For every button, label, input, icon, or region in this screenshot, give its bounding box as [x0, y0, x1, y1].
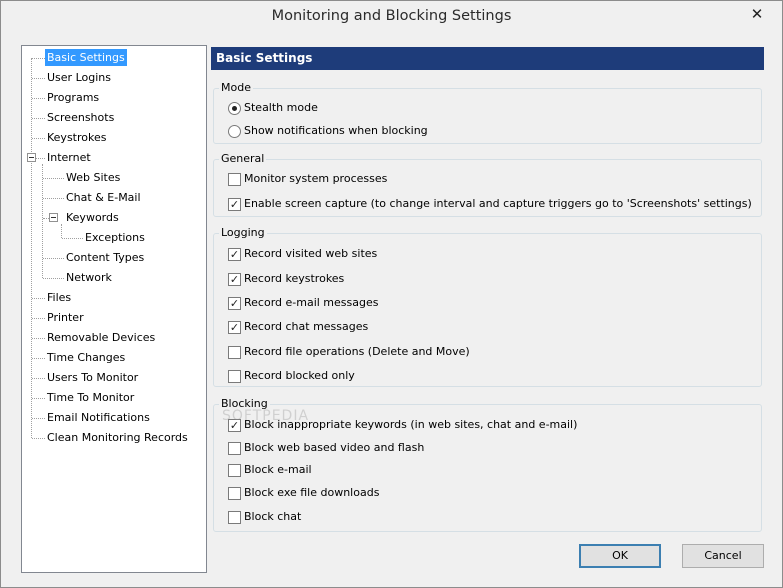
- option-label: Block web based video and flash: [244, 441, 425, 454]
- option-label: Block e-mail: [244, 463, 312, 476]
- collapse-internet-icon[interactable]: [27, 153, 36, 162]
- tree-connector: [32, 298, 45, 299]
- checkbox-checked-icon: ✓: [228, 198, 241, 211]
- settings-tree[interactable]: Basic Settings User Logins Programs Scre…: [21, 45, 207, 573]
- tree-connector: [32, 438, 45, 439]
- tree-connector: [32, 318, 45, 319]
- option-label: Enable screen capture (to change interva…: [244, 197, 752, 210]
- general-group-title: General: [219, 152, 267, 166]
- panel-header: Basic Settings: [211, 47, 764, 70]
- ok-button[interactable]: OK: [579, 544, 661, 568]
- tree-item-content-types[interactable]: Content Types: [64, 249, 146, 266]
- tree-connector: [43, 278, 64, 279]
- tree-item-email-notifications[interactable]: Email Notifications: [45, 409, 152, 426]
- tree-internet-line: [42, 164, 43, 278]
- checkbox-checked-icon: ✓: [228, 248, 241, 261]
- settings-window: Monitoring and Blocking Settings ✕ Basic…: [0, 0, 783, 588]
- checkbox-unchecked-icon: [228, 487, 241, 500]
- radio-unselected-icon: [228, 125, 241, 138]
- tree-item-keystrokes[interactable]: Keystrokes: [45, 129, 108, 146]
- tree-connector: [43, 198, 64, 199]
- option-label: Record keystrokes: [244, 272, 345, 285]
- tree-item-basic-settings[interactable]: Basic Settings: [45, 49, 127, 66]
- softpedia-watermark: SOFTPEDIA: [222, 408, 310, 424]
- radio-selected-icon: [228, 102, 241, 115]
- tree-connector: [43, 178, 64, 179]
- tree-item-internet[interactable]: Internet: [45, 149, 93, 166]
- tree-connector: [43, 258, 64, 259]
- checkbox-unchecked-icon: [228, 464, 241, 477]
- tree-connector: [32, 58, 45, 59]
- option-label: Show notifications when blocking: [244, 124, 428, 137]
- tree-connector: [32, 98, 45, 99]
- tree-connector: [32, 398, 45, 399]
- tree-item-time-to-monitor[interactable]: Time To Monitor: [45, 389, 136, 406]
- mode-group: Mode Stealth mode Show notifications whe…: [213, 81, 762, 144]
- tree-item-programs[interactable]: Programs: [45, 89, 101, 106]
- option-label: Record blocked only: [244, 369, 355, 382]
- tree-keywords-line: [61, 224, 62, 238]
- checkbox-unchecked-icon: [228, 346, 241, 359]
- option-label: Record chat messages: [244, 320, 369, 333]
- mode-group-title: Mode: [219, 81, 253, 95]
- tree-item-network[interactable]: Network: [64, 269, 114, 286]
- tree-item-users-to-monitor[interactable]: Users To Monitor: [45, 369, 140, 386]
- checkbox-checked-icon: ✓: [228, 321, 241, 334]
- close-icon[interactable]: ✕: [744, 4, 770, 24]
- checkbox-checked-icon: ✓: [228, 273, 241, 286]
- tree-connector: [36, 158, 45, 159]
- tree-item-web-sites[interactable]: Web Sites: [64, 169, 122, 186]
- dialog-client-area: Basic Settings User Logins Programs Scre…: [9, 32, 776, 582]
- tree-connector: [32, 378, 45, 379]
- option-label: Record file operations (Delete and Move): [244, 345, 470, 358]
- tree-item-clean-monitoring-records[interactable]: Clean Monitoring Records: [45, 429, 190, 446]
- tree-connector: [62, 238, 83, 239]
- logging-group-title: Logging: [219, 226, 267, 240]
- checkbox-unchecked-icon: [228, 173, 241, 186]
- option-label: Block exe file downloads: [244, 486, 380, 499]
- tree-connector: [32, 78, 45, 79]
- tree-item-removable-devices[interactable]: Removable Devices: [45, 329, 157, 346]
- option-label: Block chat: [244, 510, 302, 523]
- window-title: Monitoring and Blocking Settings: [271, 8, 512, 24]
- tree-connector: [32, 418, 45, 419]
- tree-item-screenshots[interactable]: Screenshots: [45, 109, 116, 126]
- tree-item-user-logins[interactable]: User Logins: [45, 69, 113, 86]
- checkbox-checked-icon: ✓: [228, 297, 241, 310]
- general-group: General Monitor system processes ✓ Enabl…: [213, 152, 762, 217]
- cancel-button[interactable]: Cancel: [682, 544, 764, 568]
- option-label: Monitor system processes: [244, 172, 388, 185]
- checkbox-unchecked-icon: [228, 370, 241, 383]
- tree-item-files[interactable]: Files: [45, 289, 73, 306]
- tree-item-exceptions[interactable]: Exceptions: [83, 229, 147, 246]
- tree-root-line: [31, 58, 32, 438]
- title-bar: Monitoring and Blocking Settings ✕: [1, 1, 782, 32]
- tree-connector: [32, 138, 45, 139]
- tree-connector: [32, 338, 45, 339]
- tree-connector: [32, 118, 45, 119]
- logging-group: Logging ✓ Record visited web sites ✓ Rec…: [213, 226, 762, 387]
- collapse-keywords-icon[interactable]: [49, 213, 58, 222]
- checkbox-unchecked-icon: [228, 511, 241, 524]
- option-label: Record e-mail messages: [244, 296, 379, 309]
- tree-item-printer[interactable]: Printer: [45, 309, 86, 326]
- tree-item-keywords[interactable]: Keywords: [64, 209, 121, 226]
- tree-connector: [32, 358, 45, 359]
- tree-item-chat-email[interactable]: Chat & E-Mail: [64, 189, 143, 206]
- option-label: Stealth mode: [244, 101, 318, 114]
- tree-item-time-changes[interactable]: Time Changes: [45, 349, 127, 366]
- checkbox-unchecked-icon: [228, 442, 241, 455]
- option-label: Record visited web sites: [244, 247, 378, 260]
